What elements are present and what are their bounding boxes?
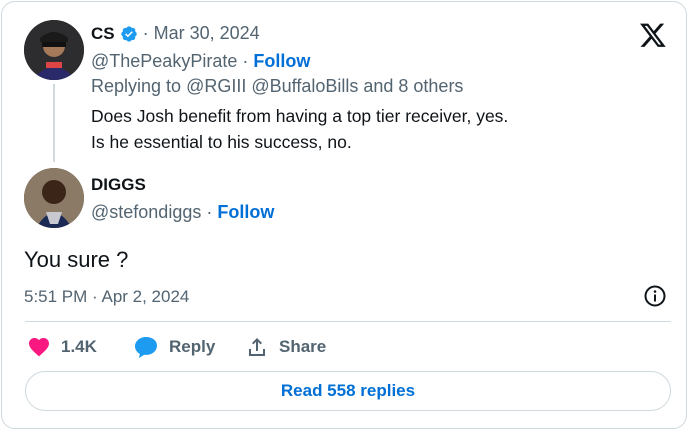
- replying-to-line: Replying to @RGIII @BuffaloBills and 8 o…: [91, 76, 463, 97]
- quoted-text-line2: Is he essential to his success, no.: [91, 132, 352, 152]
- quoted-handle-row: @ThePeakyPirate · Follow: [91, 51, 310, 72]
- x-logo-icon[interactable]: [639, 21, 667, 49]
- like-count: 1.4K: [61, 337, 97, 356]
- quoted-author-name[interactable]: CS: [91, 24, 115, 44]
- read-replies-label: Read 558 replies: [280, 381, 416, 400]
- main-tweet-text: You sure ?: [24, 247, 129, 272]
- share-icon: [249, 338, 265, 356]
- main-header: DIGGS: [91, 175, 146, 195]
- replying-mentions[interactable]: @RGIII @BuffaloBills: [186, 76, 358, 97]
- quoted-text: Does Josh benefit from having a top tier…: [91, 103, 508, 155]
- read-replies-button[interactable]: Read 558 replies: [25, 371, 671, 411]
- heart-icon: [29, 338, 49, 357]
- quoted-handle[interactable]: @ThePeakyPirate: [91, 51, 237, 72]
- quoted-header: CS · Mar 30, 2024: [91, 23, 260, 44]
- dot-separator: ·: [242, 51, 249, 71]
- reply-label: Reply: [169, 337, 216, 356]
- main-handle[interactable]: @stefondiggs: [91, 202, 201, 223]
- tweet-card: CS · Mar 30, 2024 @ThePeakyPirate · Foll…: [1, 1, 687, 429]
- share-button[interactable]: Share: [245, 335, 326, 359]
- avatar-diggs[interactable]: [24, 168, 84, 228]
- replying-others[interactable]: and 8 others: [363, 76, 463, 97]
- main-handle-row: @stefondiggs · Follow: [91, 202, 274, 223]
- avatar-cs[interactable]: [24, 20, 84, 80]
- follow-button-quoted[interactable]: Follow: [253, 51, 310, 72]
- dot-separator: ·: [142, 23, 149, 43]
- main-author-name[interactable]: DIGGS: [91, 175, 146, 195]
- quoted-date[interactable]: Mar 30, 2024: [154, 23, 260, 44]
- tweet-timestamp[interactable]: 5:51 PM · Apr 2, 2024: [24, 287, 189, 307]
- thread-line: [53, 84, 55, 162]
- follow-button-main[interactable]: Follow: [217, 202, 274, 223]
- dot-separator: ·: [206, 202, 213, 222]
- info-icon[interactable]: [643, 284, 667, 308]
- share-label: Share: [279, 337, 327, 356]
- quoted-text-line1: Does Josh benefit from having a top tier…: [91, 106, 509, 126]
- like-button[interactable]: 1.4K: [27, 335, 97, 359]
- divider: [25, 321, 671, 322]
- replying-prefix: Replying to: [91, 76, 182, 96]
- reply-bubble-icon: [135, 337, 157, 358]
- reply-button[interactable]: Reply: [133, 335, 215, 359]
- verified-badge-icon: [120, 25, 137, 42]
